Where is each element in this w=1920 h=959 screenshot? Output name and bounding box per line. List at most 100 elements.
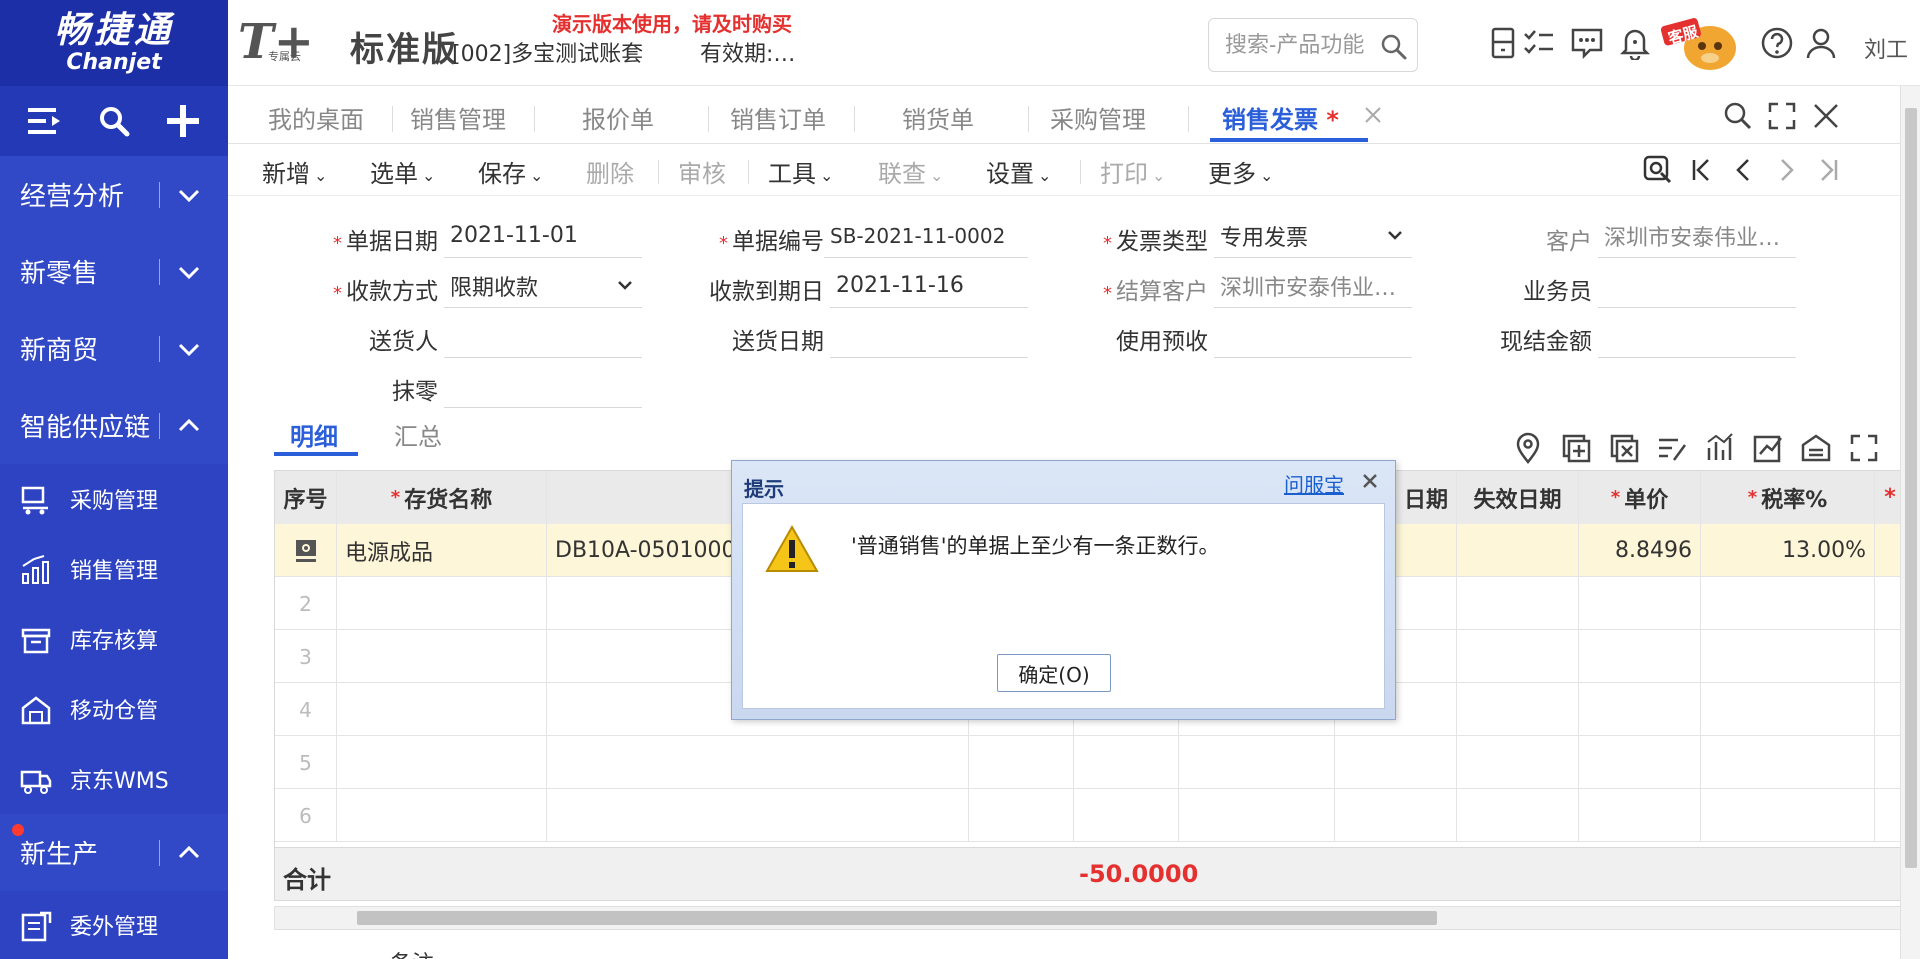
add-button[interactable]: 新增 ⌄ (262, 154, 327, 189)
document-icon[interactable] (1486, 26, 1520, 60)
table-row[interactable]: 5 (275, 736, 1903, 789)
tab-purchase-management[interactable]: 采购管理 (1050, 100, 1146, 135)
bell-icon[interactable] (1618, 26, 1652, 60)
tools-button[interactable]: 工具 ⌄ (768, 154, 833, 189)
deliverer-field[interactable] (444, 314, 642, 358)
cell-tax-rate[interactable]: 13.00% (1701, 524, 1875, 577)
settings-button[interactable]: 设置 ⌄ (986, 154, 1051, 189)
insert-row-icon[interactable] (1560, 432, 1592, 464)
sidebar-group-supply-chain[interactable]: 智能供应链 (0, 387, 228, 464)
invoice-type-select[interactable]: 专用发票 (1214, 214, 1412, 258)
row-settings-icon[interactable] (275, 524, 337, 577)
close-icon[interactable] (1810, 100, 1842, 132)
help-icon[interactable] (1760, 26, 1794, 60)
search-icon[interactable] (1379, 32, 1407, 60)
print-button[interactable]: 打印 ⌄ (1100, 154, 1165, 189)
plus-icon[interactable] (161, 99, 205, 143)
fullscreen-icon[interactable] (1848, 432, 1880, 464)
header-expire-date[interactable]: 失效日期 (1457, 471, 1579, 524)
next-record-icon[interactable] (1770, 154, 1802, 186)
horizontal-scrollbar[interactable] (274, 906, 1904, 930)
audit-button[interactable]: 审核 (678, 154, 726, 189)
pay-method-select[interactable]: 限期收款 (444, 264, 642, 308)
settle-customer-field[interactable]: 深圳市安泰伟业… (1214, 264, 1412, 308)
dialog-message: '普通销售'的单据上至少有一条正数行。 (851, 534, 1220, 558)
sidebar-item-sales[interactable]: 销售管理 (0, 534, 228, 604)
brand-subtitle: 专属云 (268, 50, 301, 63)
batch-edit-icon[interactable] (1656, 432, 1688, 464)
more-button[interactable]: 更多 ⌄ (1208, 154, 1273, 189)
sidebar-item-inventory[interactable]: 库存核算 (0, 604, 228, 674)
locate-record-icon[interactable] (1642, 154, 1674, 186)
tab-detail[interactable]: 明细 (290, 417, 338, 452)
first-record-icon[interactable] (1686, 154, 1718, 186)
cell-unit-price[interactable]: 8.8496 (1579, 524, 1701, 577)
vertical-scrollbar[interactable] (1900, 86, 1920, 959)
account-name[interactable]: [002]多宝测试账套 (452, 36, 643, 68)
sidebar-item-jd-wms[interactable]: 京东WMS (0, 744, 228, 814)
tab-desktop[interactable]: 我的桌面 (268, 100, 364, 135)
select-button[interactable]: 选单 ⌄ (370, 154, 435, 189)
search-icon[interactable] (92, 99, 136, 143)
save-button[interactable]: 保存 ⌄ (478, 154, 543, 189)
doc-no-field[interactable]: SB-2021-11-0002 (824, 214, 1028, 258)
table-row[interactable]: 6 (275, 789, 1903, 842)
tab-sales-order[interactable]: 销售订单 (730, 100, 826, 135)
scrollbar-thumb[interactable] (357, 911, 1437, 925)
cell-name[interactable]: 电源成品 (337, 524, 547, 577)
close-icon[interactable] (1360, 471, 1380, 491)
row-number: 6 (275, 789, 337, 842)
customer-field[interactable]: 深圳市安泰伟业… (1598, 214, 1796, 258)
chart-analysis-icon[interactable] (1704, 432, 1736, 464)
doc-date-field[interactable]: 2021-11-01 (444, 214, 642, 258)
salesman-field[interactable] (1598, 264, 1796, 308)
search-input[interactable] (1225, 32, 1375, 58)
delete-button[interactable]: 删除 (586, 154, 634, 189)
header-unit-price[interactable]: * 单价 (1579, 471, 1701, 524)
pay-due-field[interactable]: 2021-11-16 (830, 264, 1028, 308)
search-icon[interactable] (1722, 100, 1754, 132)
tab-delivery-note[interactable]: 销货单 (902, 100, 974, 135)
use-prepay-field[interactable] (1214, 314, 1412, 358)
tab-sales-invoice[interactable]: 销售发票 * (1222, 100, 1339, 135)
header-name[interactable]: * 存货名称 (337, 471, 547, 524)
last-record-icon[interactable] (1812, 154, 1844, 186)
user-icon[interactable] (1804, 26, 1838, 60)
scrollbar-thumb[interactable] (1905, 108, 1917, 868)
customer-service-mascot[interactable]: 客服 (1660, 14, 1744, 74)
message-icon[interactable] (1570, 26, 1604, 60)
sidebar-group-new-retail[interactable]: 新零售 (0, 233, 228, 310)
tab-sales-management[interactable]: 销售管理 (410, 100, 506, 135)
sidebar-item-outsourcing[interactable]: 委外管理 (0, 891, 228, 959)
sidebar-group-new-production[interactable]: 新生产 (0, 814, 228, 891)
cash-amount-field[interactable] (1598, 314, 1796, 358)
link-query-button[interactable]: 联查 ⌄ (878, 154, 943, 189)
close-icon[interactable] (1362, 104, 1384, 126)
previous-record-icon[interactable] (1728, 154, 1760, 186)
header-tax-rate[interactable]: * 税率% (1701, 471, 1875, 524)
location-pin-icon[interactable] (1512, 432, 1544, 464)
warehouse-icon[interactable] (1800, 432, 1832, 464)
row-number: 4 (275, 683, 337, 736)
sidebar-group-new-trade[interactable]: 新商贸 (0, 310, 228, 387)
ok-button[interactable]: 确定(O) (997, 654, 1111, 692)
delete-row-icon[interactable] (1608, 432, 1640, 464)
salesman-label: 业务员 (1523, 279, 1592, 305)
deliverer-label: 送货人 (369, 329, 438, 355)
delivery-date-field[interactable] (830, 314, 1028, 358)
help-link[interactable]: 问服宝 (1284, 469, 1344, 498)
tab-summary[interactable]: 汇总 (394, 417, 442, 452)
menu-toggle-icon[interactable] (23, 99, 67, 143)
tab-quotation[interactable]: 报价单 (582, 100, 654, 135)
fullscreen-icon[interactable] (1766, 100, 1798, 132)
sidebar-group-analysis[interactable]: 经营分析 (0, 156, 228, 233)
username[interactable]: 刘工 (1864, 32, 1908, 64)
sidebar-item-purchase[interactable]: 采购管理 (0, 464, 228, 534)
checklist-icon[interactable] (1522, 26, 1556, 60)
trend-icon[interactable] (1752, 432, 1784, 464)
app-logo[interactable]: 畅捷通 Chanjet (0, 0, 228, 86)
sidebar-tools (0, 86, 228, 156)
sidebar-item-mobile-warehouse[interactable]: 移动仓管 (0, 674, 228, 744)
chevron-down-icon (178, 189, 200, 203)
rounding-field[interactable] (444, 364, 642, 408)
